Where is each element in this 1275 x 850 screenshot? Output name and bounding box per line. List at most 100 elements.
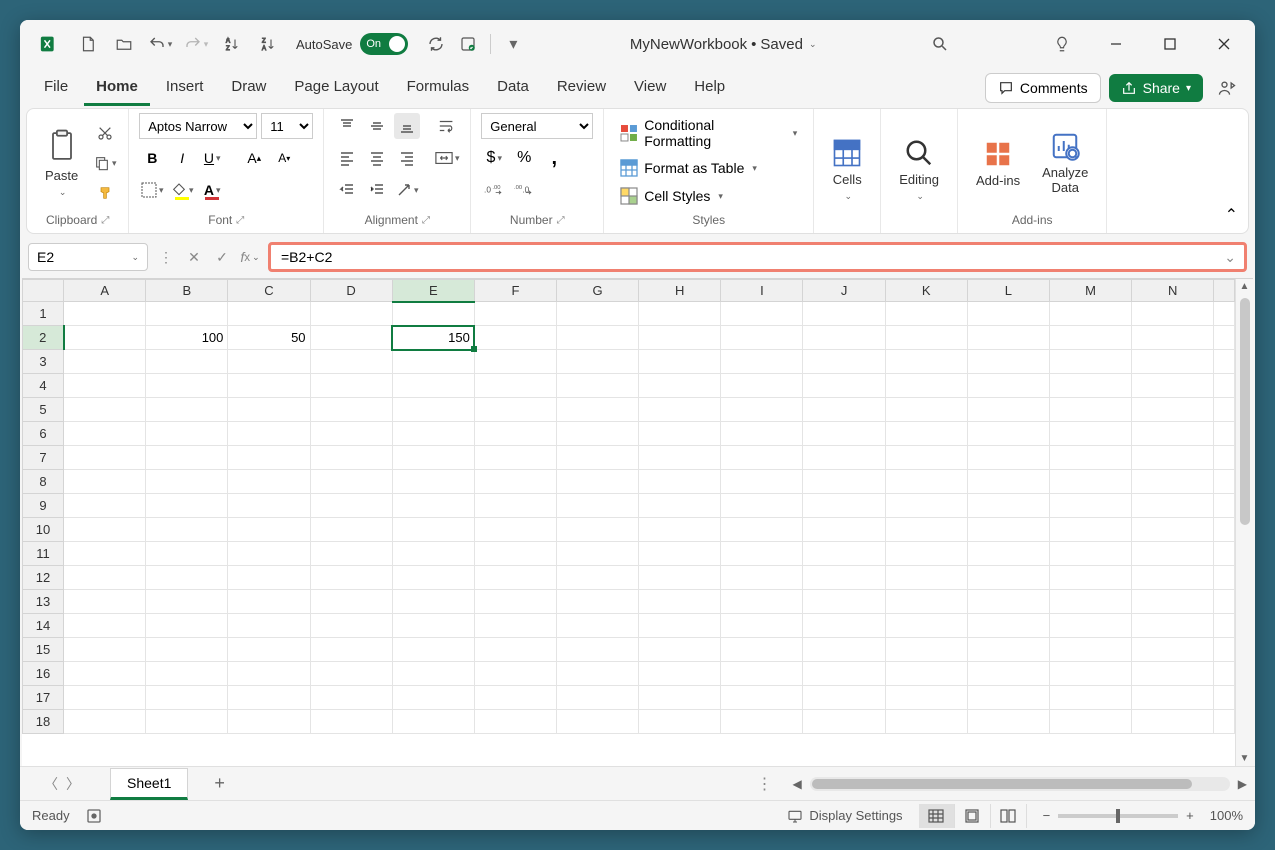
cell-N18[interactable]: [1132, 710, 1214, 734]
cell-L3[interactable]: [967, 350, 1049, 374]
cell-I17[interactable]: [721, 686, 803, 710]
cell-L1[interactable]: [967, 302, 1049, 326]
cell-K1[interactable]: [885, 302, 967, 326]
row-header-5[interactable]: 5: [23, 398, 64, 422]
cell-K2[interactable]: [885, 326, 967, 350]
row-header-6[interactable]: 6: [23, 422, 64, 446]
tab-file[interactable]: File: [32, 70, 80, 106]
cell-D10[interactable]: [310, 518, 392, 542]
cell-N4[interactable]: [1132, 374, 1214, 398]
cell-H11[interactable]: [639, 542, 721, 566]
cell-M7[interactable]: [1049, 446, 1131, 470]
cell-E17[interactable]: [392, 686, 474, 710]
font-size-select[interactable]: 11: [261, 113, 313, 139]
cell-C10[interactable]: [228, 518, 310, 542]
format-painter-icon[interactable]: [92, 180, 118, 206]
cell-A18[interactable]: [64, 710, 146, 734]
cell-G13[interactable]: [557, 590, 639, 614]
cell-L16[interactable]: [967, 662, 1049, 686]
cell-H8[interactable]: [639, 470, 721, 494]
share-button[interactable]: Share ▾: [1109, 74, 1203, 102]
cell-H5[interactable]: [639, 398, 721, 422]
cell-B18[interactable]: [146, 710, 228, 734]
row-header-13[interactable]: 13: [23, 590, 64, 614]
cell-B9[interactable]: [146, 494, 228, 518]
cell-D1[interactable]: [310, 302, 392, 326]
cell-N16[interactable]: [1132, 662, 1214, 686]
cell-M4[interactable]: [1049, 374, 1131, 398]
cell-J17[interactable]: [803, 686, 885, 710]
cell-H1[interactable]: [639, 302, 721, 326]
cell-C7[interactable]: [228, 446, 310, 470]
cell-A11[interactable]: [64, 542, 146, 566]
cell-N15[interactable]: [1132, 638, 1214, 662]
cell-N7[interactable]: [1132, 446, 1214, 470]
row-header-16[interactable]: 16: [23, 662, 64, 686]
cell-D18[interactable]: [310, 710, 392, 734]
cell-E1[interactable]: [392, 302, 474, 326]
underline-button[interactable]: U▾: [199, 145, 225, 171]
cell-E15[interactable]: [392, 638, 474, 662]
cell-G3[interactable]: [557, 350, 639, 374]
row-header-9[interactable]: 9: [23, 494, 64, 518]
cell-K10[interactable]: [885, 518, 967, 542]
cell-C6[interactable]: [228, 422, 310, 446]
cell-D2[interactable]: [310, 326, 392, 350]
cell-A5[interactable]: [64, 398, 146, 422]
cell-F1[interactable]: [474, 302, 556, 326]
cell-M15[interactable]: [1049, 638, 1131, 662]
cell-styles-button[interactable]: Cell Styles▾: [614, 183, 729, 209]
column-header-D[interactable]: D: [310, 280, 392, 302]
cell-J8[interactable]: [803, 470, 885, 494]
cell-E5[interactable]: [392, 398, 474, 422]
cell-E12[interactable]: [392, 566, 474, 590]
cell-K6[interactable]: [885, 422, 967, 446]
align-left-icon[interactable]: [334, 145, 360, 171]
column-header-B[interactable]: B: [146, 280, 228, 302]
cell-A13[interactable]: [64, 590, 146, 614]
cell-F2[interactable]: [474, 326, 556, 350]
grow-font-icon[interactable]: A▴: [241, 145, 267, 171]
cell-E14[interactable]: [392, 614, 474, 638]
cell-N8[interactable]: [1132, 470, 1214, 494]
addins-button[interactable]: Add-ins: [968, 135, 1028, 192]
cell-D4[interactable]: [310, 374, 392, 398]
cell-D11[interactable]: [310, 542, 392, 566]
cell-M5[interactable]: [1049, 398, 1131, 422]
cell-I8[interactable]: [721, 470, 803, 494]
cell-B4[interactable]: [146, 374, 228, 398]
row-header-17[interactable]: 17: [23, 686, 64, 710]
display-settings-button[interactable]: Display Settings: [787, 808, 902, 824]
column-header-L[interactable]: L: [967, 280, 1049, 302]
cell-M6[interactable]: [1049, 422, 1131, 446]
tab-review[interactable]: Review: [545, 70, 618, 106]
dialog-launcher-icon[interactable]: ⤢: [557, 215, 565, 226]
cell-M14[interactable]: [1049, 614, 1131, 638]
cell-J2[interactable]: [803, 326, 885, 350]
cell-M11[interactable]: [1049, 542, 1131, 566]
cell-A7[interactable]: [64, 446, 146, 470]
cell-N17[interactable]: [1132, 686, 1214, 710]
cell-E2[interactable]: 150: [392, 326, 474, 350]
cell-M18[interactable]: [1049, 710, 1131, 734]
cell-D14[interactable]: [310, 614, 392, 638]
cell-M3[interactable]: [1049, 350, 1131, 374]
cell-A14[interactable]: [64, 614, 146, 638]
cell-I7[interactable]: [721, 446, 803, 470]
cell-L14[interactable]: [967, 614, 1049, 638]
select-all-corner[interactable]: [23, 280, 64, 302]
cell-K17[interactable]: [885, 686, 967, 710]
cell-M13[interactable]: [1049, 590, 1131, 614]
cell-M8[interactable]: [1049, 470, 1131, 494]
column-header-F[interactable]: F: [474, 280, 556, 302]
cell-B14[interactable]: [146, 614, 228, 638]
cells-button[interactable]: Cells⌄: [824, 134, 870, 206]
row-header-4[interactable]: 4: [23, 374, 64, 398]
cell-G1[interactable]: [557, 302, 639, 326]
cell-E8[interactable]: [392, 470, 474, 494]
column-header-C[interactable]: C: [228, 280, 310, 302]
borders-button[interactable]: ▾: [139, 177, 165, 203]
cell-B5[interactable]: [146, 398, 228, 422]
fill-color-button[interactable]: ▾: [169, 177, 195, 203]
cell-G15[interactable]: [557, 638, 639, 662]
